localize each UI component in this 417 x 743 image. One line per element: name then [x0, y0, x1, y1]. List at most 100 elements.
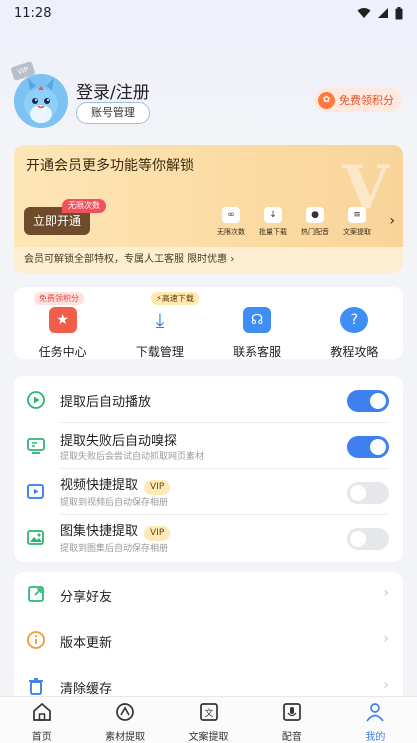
tool-label: 联系客服 — [233, 345, 282, 359]
headset-icon: ☊ — [243, 307, 272, 333]
chevron-right-icon[interactable]: › — [389, 213, 395, 229]
svg-text:文: 文 — [204, 707, 213, 719]
vip-promo-card[interactable]: V 开通会员更多功能等你解锁 无限次数 立即开通 ∞ 无限次数 ↓ 批量下载 ●… — [14, 145, 403, 273]
material-icon — [116, 703, 134, 721]
text-box-icon: 文 — [199, 703, 218, 721]
nav-label: 首页 — [31, 732, 52, 743]
status-bar: 11:28 — [0, 0, 417, 26]
gallery-quick-extract-toggle[interactable] — [347, 528, 389, 550]
setting-title: 视频快捷提取 VIP — [60, 474, 171, 495]
nav-text-extract[interactable]: 文 文案提取 — [167, 697, 250, 743]
battery-icon — [395, 6, 403, 19]
vip-footer-banner[interactable]: 会员可解锁全部特权，专属人工客服 限时优惠 › — [14, 247, 403, 273]
menu-card: 分享好友 › 版本更新 › 清除缓存 › — [14, 572, 403, 696]
help-icon: ? — [340, 307, 369, 333]
benefit-text-extract[interactable]: ≡ 文案提取 — [339, 207, 375, 237]
menu-version-update[interactable]: 版本更新 › — [14, 618, 403, 664]
menu-label: 分享好友 — [60, 590, 113, 605]
setting-subtitle: 提取到图集后自动保存相册 — [60, 544, 169, 554]
benefit-dubbing[interactable]: ● 热门配音 — [297, 207, 333, 237]
tool-label: 下载管理 — [135, 345, 184, 359]
setting-gallery-quick-extract: 图集快捷提取 VIP 提取到图集后自动保存相册 — [14, 516, 403, 560]
divider — [60, 468, 389, 469]
auto-sniff-toggle[interactable] — [347, 436, 389, 458]
monitor-icon — [27, 438, 45, 454]
setting-title: 提取后自动播放 — [60, 395, 152, 410]
menu-clear-cache[interactable]: 清除缓存 › — [14, 664, 403, 696]
benefit-unlimited[interactable]: ∞ 无限次数 — [213, 207, 249, 237]
text-icon: ≡ — [348, 207, 366, 223]
tool-customer-service[interactable]: ☊ 联系客服 — [209, 287, 306, 359]
share-icon — [28, 586, 44, 602]
setting-video-quick-extract: 视频快捷提取 VIP 提取到视频后自动保存相册 — [14, 470, 403, 514]
profile-header: VIP 登录/注册 账号管理 ✿ 免费领积分 — [10, 60, 404, 132]
benefit-label: 热门配音 — [301, 228, 329, 236]
nav-dubbing[interactable]: 配音 — [250, 697, 333, 743]
avatar[interactable] — [14, 74, 68, 128]
voice-icon — [283, 703, 301, 721]
nav-home[interactable]: 首页 — [0, 697, 83, 743]
signal-icon — [378, 8, 388, 18]
image-save-icon — [27, 530, 44, 545]
free-points-label: 免费领积分 — [339, 94, 394, 107]
chevron-right-icon: › — [383, 585, 389, 601]
tool-label: 教程攻略 — [330, 345, 379, 359]
benefit-label: 批量下载 — [259, 228, 287, 236]
video-quick-extract-toggle[interactable] — [347, 482, 389, 504]
task-gift-icon: ★ — [48, 307, 77, 333]
settings-card: 提取后自动播放 提取失败后自动嗅探 提取失败后会尝试自动抓取网页素材 视频快捷提… — [14, 376, 403, 562]
bottom-navigation: 首页 素材提取 文 文案提取 配音 我的 — [0, 696, 417, 743]
benefit-batch-download[interactable]: ↓ 批量下载 — [255, 207, 291, 237]
divider — [60, 422, 389, 423]
menu-share-friends[interactable]: 分享好友 › — [14, 572, 403, 618]
chevron-right-icon: › — [230, 254, 235, 265]
setting-title: 提取失败后自动嗅探 — [60, 434, 178, 449]
setting-title-text: 视频快捷提取 — [60, 478, 139, 493]
vip-benefits: ∞ 无限次数 ↓ 批量下载 ● 热门配音 ≡ 文案提取 — [213, 207, 375, 237]
mascot-avatar-icon — [14, 74, 68, 128]
setting-title: 图集快捷提取 VIP — [60, 520, 171, 541]
setting-auto-sniff: 提取失败后自动嗅探 提取失败后会尝试自动抓取网页素材 — [14, 424, 403, 468]
coin-icon: ✿ — [318, 91, 335, 109]
account-management-button[interactable]: 账号管理 — [76, 102, 150, 124]
tool-tag: 免费领积分 — [34, 292, 84, 305]
vip-chip: VIP — [144, 480, 171, 495]
tool-task-center[interactable]: 免费领积分 ★ 任务中心 — [14, 287, 111, 359]
vip-card-title: 开通会员更多功能等你解锁 — [26, 158, 194, 174]
vip-chip: VIP — [144, 526, 171, 541]
unlimited-tag: 无限次数 — [62, 199, 106, 213]
menu-label: 版本更新 — [60, 636, 113, 651]
divider — [60, 514, 389, 515]
nav-label: 我的 — [365, 732, 386, 743]
tool-label: 任务中心 — [38, 345, 87, 359]
microphone-icon: ● — [306, 207, 324, 223]
nav-mine[interactable]: 我的 — [334, 697, 417, 743]
info-icon — [27, 631, 45, 649]
tool-download-manager[interactable]: ⚡高速下载 ⤓ 下载管理 — [111, 287, 208, 359]
infinity-icon: ∞ — [222, 207, 240, 223]
nav-label: 文案提取 — [188, 732, 229, 743]
benefit-label: 无限次数 — [217, 228, 245, 236]
chevron-right-icon: › — [383, 631, 389, 647]
setting-title-text: 图集快捷提取 — [60, 524, 139, 539]
benefit-label: 文案提取 — [343, 228, 371, 236]
nav-material-extract[interactable]: 素材提取 — [83, 697, 166, 743]
auto-play-toggle[interactable] — [347, 390, 389, 412]
home-icon — [32, 702, 51, 721]
person-icon — [366, 703, 385, 722]
tool-tag: ⚡高速下载 — [151, 292, 199, 305]
tool-tutorial[interactable]: ? 教程攻略 — [306, 287, 403, 359]
setting-subtitle: 提取失败后会尝试自动抓取网页素材 — [60, 452, 205, 462]
download-icon: ↓ — [264, 207, 282, 223]
nav-label: 配音 — [281, 732, 302, 743]
nav-label: 素材提取 — [105, 732, 146, 743]
clock: 11:28 — [14, 5, 52, 21]
wifi-icon — [357, 8, 371, 18]
chevron-right-icon: › — [383, 677, 389, 693]
download-tray-icon: ⤓ — [145, 307, 174, 333]
login-register-link[interactable]: 登录/注册 — [76, 78, 150, 103]
free-points-button[interactable]: ✿ 免费领积分 — [314, 88, 402, 112]
vip-footer-text: 会员可解锁全部特权，专属人工客服 限时优惠 — [24, 254, 228, 265]
quick-tools: 免费领积分 ★ 任务中心 ⚡高速下载 ⤓ 下载管理 ☊ 联系客服 ? 教程攻略 — [14, 287, 403, 359]
trash-icon — [29, 678, 43, 695]
